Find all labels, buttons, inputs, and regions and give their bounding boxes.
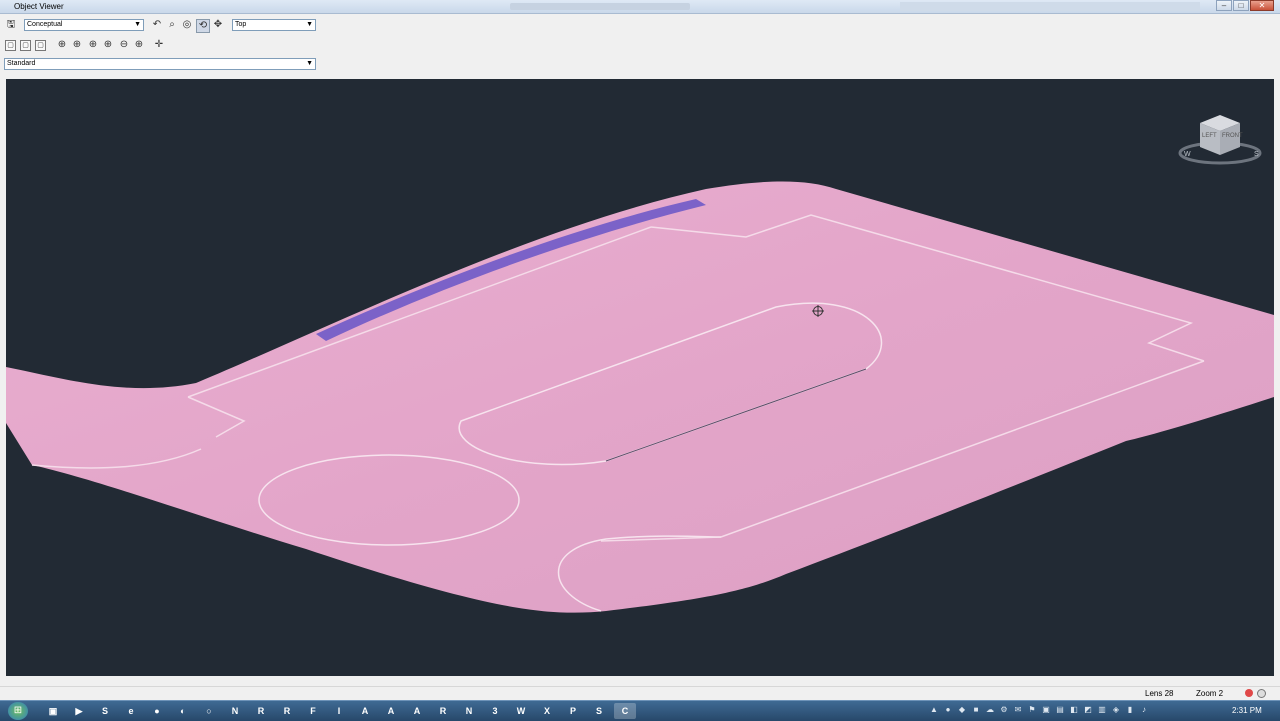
surface-model — [6, 181, 1274, 613]
taskbar-app-button[interactable]: S — [94, 703, 116, 719]
volume-icon[interactable]: ♪ — [1138, 704, 1150, 716]
taskbar-app-button[interactable]: X — [536, 703, 558, 719]
viewcube-front-face[interactable]: FRONT — [1222, 133, 1243, 139]
taskbar-app-button[interactable]: S — [588, 703, 610, 719]
taskbar-app-button[interactable]: R — [432, 703, 454, 719]
tray-icon[interactable]: ▣ — [1040, 704, 1052, 716]
close-button[interactable]: ✕ — [1250, 0, 1274, 11]
tray-icon[interactable]: ▲ — [928, 704, 940, 716]
taskbar-app-button[interactable]: N — [224, 703, 246, 719]
minimize-button[interactable]: – — [1216, 0, 1232, 11]
start-button[interactable]: ⊞ — [8, 702, 28, 720]
record-indicator-icon[interactable] — [1245, 689, 1253, 697]
taskbar-app-button[interactable]: A — [354, 703, 376, 719]
taskbar-app-button[interactable]: e — [120, 703, 142, 719]
taskbar-app-button[interactable]: N — [458, 703, 480, 719]
view-cube-icon[interactable]: ▢ — [5, 40, 16, 51]
tray-icon[interactable]: ◈ — [1110, 704, 1122, 716]
tray-icon[interactable]: ◧ — [1068, 704, 1080, 716]
chevron-down-icon: ▼ — [306, 21, 313, 28]
maximize-button[interactable]: □ — [1233, 0, 1249, 11]
3d-viewport[interactable]: LEFT FRONT W S — [6, 79, 1274, 676]
lens-readout: Lens 28 — [1145, 689, 1174, 698]
zoom-realtime-icon[interactable]: ⊕ — [56, 39, 68, 51]
title-bar-blurred-text — [510, 3, 690, 10]
undo-view-icon[interactable]: ↶ — [151, 19, 163, 31]
taskbar-app-button[interactable]: R — [250, 703, 272, 719]
tray-icon[interactable]: ✉ — [1012, 704, 1024, 716]
status-toggle-icon[interactable] — [1257, 689, 1266, 698]
taskbar-app-button[interactable]: ○ — [198, 703, 220, 719]
surface-body — [6, 181, 1274, 613]
zoom-out-icon[interactable]: ⊖ — [118, 39, 130, 51]
taskbar-app-button[interactable]: W — [510, 703, 532, 719]
tray-icon[interactable]: ● — [942, 704, 954, 716]
taskbar-apps: ▣ ▶ Se ● ◐ ○ N R R F I A A A R N 3 W X P S C — [42, 703, 636, 719]
taskbar-app-button[interactable]: 3 — [484, 703, 506, 719]
tray-icon[interactable]: ◩ — [1082, 704, 1094, 716]
orbit-pressed-icon[interactable]: ⟲ — [196, 19, 210, 33]
view-dropdown[interactable]: Top ▼ — [232, 19, 316, 31]
taskbar-app-button[interactable]: F — [302, 703, 324, 719]
tray-icon[interactable]: ⚙ — [998, 704, 1010, 716]
visual-style-value: Conceptual — [27, 21, 63, 28]
taskbar-app-button[interactable]: C — [614, 703, 636, 719]
toolbar-row-1: 🖫 Conceptual ▼ ↶ ⌕ ◎ ⟲ ✥ Top ▼ — [0, 16, 1280, 34]
chevron-down-icon: ▼ — [306, 60, 313, 67]
tray-icon[interactable]: ☁ — [984, 704, 996, 716]
orbit-icon[interactable]: ◎ — [181, 19, 193, 31]
taskbar-app-button[interactable]: A — [380, 703, 402, 719]
taskbar-app-button[interactable]: ● — [146, 703, 168, 719]
clock[interactable]: 2:31 PM — [1232, 706, 1262, 715]
taskbar-app-button[interactable]: I — [328, 703, 350, 719]
compass-south[interactable]: S — [1254, 151, 1259, 158]
pan-icon[interactable]: ✥ — [212, 19, 224, 31]
tray-icon[interactable]: ⚑ — [1026, 704, 1038, 716]
zoom-in-icon[interactable]: ⊕ — [102, 39, 114, 51]
viewcube-left-face[interactable]: LEFT — [1202, 133, 1217, 139]
zoom-icon[interactable]: ⌕ — [166, 19, 178, 31]
system-tray: ▲ ● ◆ ■ ☁ ⚙ ✉ ⚑ ▣ ▤ ◧ ◩ ▥ ◈ ▮ ♪ — [928, 704, 1150, 716]
compass-west[interactable]: W — [1184, 151, 1191, 158]
zoom-extents-icon[interactable]: ⊕ — [133, 39, 145, 51]
taskbar-app-button[interactable]: R — [276, 703, 298, 719]
chevron-down-icon: ▼ — [134, 21, 141, 28]
window-title: Object Viewer — [14, 2, 64, 11]
zoom-window-icon[interactable]: ⊕ — [71, 39, 83, 51]
viewcube-graphic — [1178, 115, 1262, 165]
taskbar-app-button[interactable]: ▣ — [42, 703, 64, 719]
view-cube-3-icon[interactable]: ▢ — [35, 40, 46, 51]
toolbar-row-2: ▢ ▢ ▢ ⊕ ⊕ ⊕ ⊕ ⊖ ⊕ ✛ — [0, 37, 1280, 53]
taskbar-app-button[interactable]: P — [562, 703, 584, 719]
tray-icon[interactable]: ■ — [970, 704, 982, 716]
status-bar: Lens 28 Zoom 2 — [0, 686, 1280, 701]
save-icon[interactable]: 🖫 — [5, 19, 17, 31]
title-bar: Object Viewer – □ ✕ — [0, 0, 1280, 14]
toolbar-row-3: Standard ▼ — [0, 57, 1280, 73]
steering-wheel-icon[interactable]: ✛ — [153, 39, 165, 51]
tray-icon[interactable]: ▥ — [1096, 704, 1108, 716]
taskbar: ⊞ ▣ ▶ Se ● ◐ ○ N R R F I A A A R N 3 W X P S C ▲ ● ◆ ■ ☁ ⚙ ✉ … — [0, 700, 1280, 721]
view-cube-2-icon[interactable]: ▢ — [20, 40, 31, 51]
zoom-readout: Zoom 2 — [1196, 689, 1224, 698]
taskbar-app-button[interactable]: ▶ — [68, 703, 90, 719]
network-icon[interactable]: ▮ — [1124, 704, 1136, 716]
taskbar-app-button[interactable]: A — [406, 703, 428, 719]
named-view-value: Standard — [7, 60, 36, 67]
named-view-dropdown[interactable]: Standard ▼ — [4, 58, 316, 70]
zoom-center-icon[interactable]: ⊕ — [87, 39, 99, 51]
taskbar-app-button[interactable]: ◐ — [172, 703, 194, 719]
view-value: Top — [235, 21, 247, 28]
tray-icon[interactable]: ◆ — [956, 704, 968, 716]
title-bar-blurred-area — [900, 2, 1200, 11]
viewcube[interactable]: LEFT FRONT W S — [1174, 109, 1264, 169]
visual-style-dropdown[interactable]: Conceptual ▼ — [24, 19, 144, 31]
tray-icon[interactable]: ▤ — [1054, 704, 1066, 716]
